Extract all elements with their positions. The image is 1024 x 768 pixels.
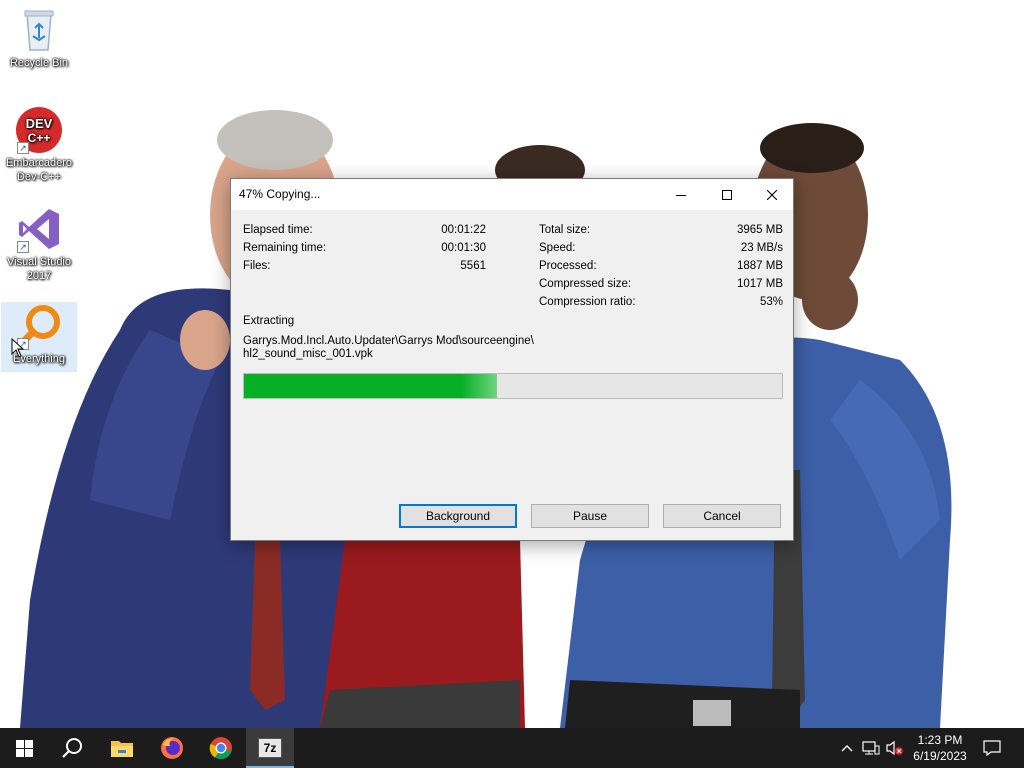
desktop-icon-visual-studio[interactable]: ↗ Visual Studio 2017 [1, 205, 77, 283]
files-value: 5561 [460, 260, 486, 272]
shortcut-arrow-icon: ↗ [17, 241, 29, 253]
file-path-line-2: hl2_sound_misc_001.vpk [243, 348, 373, 360]
mouse-cursor-icon [11, 338, 25, 358]
chrome-icon [209, 737, 232, 760]
background-button[interactable]: Background [399, 504, 517, 528]
dialog-titlebar[interactable]: 47% Copying... [231, 179, 793, 210]
remaining-time-label: Remaining time: [243, 242, 327, 254]
desktop-icon-label: Embarcadero Dev-C++ [5, 157, 73, 183]
progress-bar [243, 373, 783, 399]
taskbar-clock[interactable]: 1:23 PM 6/19/2023 [906, 732, 974, 764]
remaining-time-value: 00:01:30 [441, 242, 486, 254]
compression-ratio-value: 53% [759, 296, 783, 308]
7zip-icon: 7z [258, 738, 282, 758]
visual-studio-icon: ↗ [15, 205, 63, 253]
close-icon [767, 189, 777, 200]
shortcut-arrow-icon: ↗ [17, 142, 29, 154]
show-hidden-icons-button[interactable] [838, 740, 856, 756]
maximize-icon [722, 189, 732, 200]
copying-progress-dialog: 47% Copying... Elapsed time: 00:01:22 Re… [230, 178, 794, 541]
search-icon [62, 738, 82, 758]
desktop-icon-recycle-bin[interactable]: Recycle Bin [1, 6, 77, 70]
recycle-bin-icon [15, 6, 63, 54]
action-center-button[interactable] [982, 740, 1002, 756]
desktop-icon-devcpp[interactable]: DEV C++ ↗ Embarcadero Dev-C++ [1, 106, 77, 184]
volume-tray-button[interactable] [886, 740, 904, 756]
start-button[interactable] [0, 728, 48, 768]
windows-start-icon [15, 739, 33, 757]
pause-button[interactable]: Pause [531, 504, 649, 528]
chevron-up-icon [841, 745, 853, 752]
minimize-button[interactable] [658, 179, 704, 210]
file-explorer-icon [111, 741, 133, 757]
taskbar-search-button[interactable] [48, 728, 96, 768]
taskbar-file-explorer[interactable] [98, 728, 146, 768]
network-tray-button[interactable] [862, 740, 880, 756]
dialog-title: 47% Copying... [239, 187, 321, 201]
desktop-icon-label: Visual Studio 2017 [6, 256, 71, 282]
cancel-button[interactable]: Cancel [663, 504, 781, 528]
volume-muted-icon [886, 740, 903, 756]
minimize-icon [676, 194, 686, 196]
processed-value: 1887 MB [736, 260, 783, 272]
progress-bar-fill [244, 374, 497, 398]
maximize-button[interactable] [704, 179, 750, 210]
close-button[interactable] [749, 179, 795, 210]
speed-value: 23 MB/s [740, 242, 783, 254]
firefox-icon [161, 737, 183, 759]
total-size-value: 3965 MB [736, 224, 783, 236]
desktop-icon-everything[interactable]: ↗ Everything [1, 302, 77, 372]
file-path-line-1: Garrys.Mod.Incl.Auto.Updater\Garrys Mod\… [243, 335, 534, 347]
speed-label: Speed: [539, 242, 576, 254]
svg-text:DEV: DEV [26, 116, 53, 131]
current-file-path: Garrys.Mod.Incl.Auto.Updater\Garrys Mod\… [243, 335, 543, 361]
compressed-size-label: Compressed size: [539, 278, 632, 290]
clock-date: 6/19/2023 [913, 749, 967, 763]
processed-label: Processed: [539, 260, 597, 272]
action-center-icon [983, 740, 1001, 756]
7zip-icon-label: 7z [263, 741, 277, 755]
compressed-size-value: 1017 MB [736, 278, 783, 290]
elapsed-time-label: Elapsed time: [243, 224, 313, 236]
files-label: Files: [243, 260, 271, 272]
desktop-icon-label: Recycle Bin [9, 57, 69, 69]
taskbar: 7z 1:23 PM 6/19/2023 [0, 728, 1024, 768]
compression-ratio-label: Compression ratio: [539, 296, 636, 308]
elapsed-time-value: 00:01:22 [441, 224, 486, 236]
clock-time: 1:23 PM [917, 733, 963, 747]
network-icon [862, 741, 880, 755]
operation-label: Extracting [243, 315, 295, 327]
taskbar-chrome[interactable] [197, 728, 245, 768]
taskbar-firefox[interactable] [148, 728, 196, 768]
total-size-label: Total size: [539, 224, 591, 236]
devcpp-icon: DEV C++ ↗ [15, 106, 63, 154]
svg-text:C++: C++ [28, 131, 51, 145]
taskbar-7zip[interactable]: 7z [246, 728, 294, 768]
